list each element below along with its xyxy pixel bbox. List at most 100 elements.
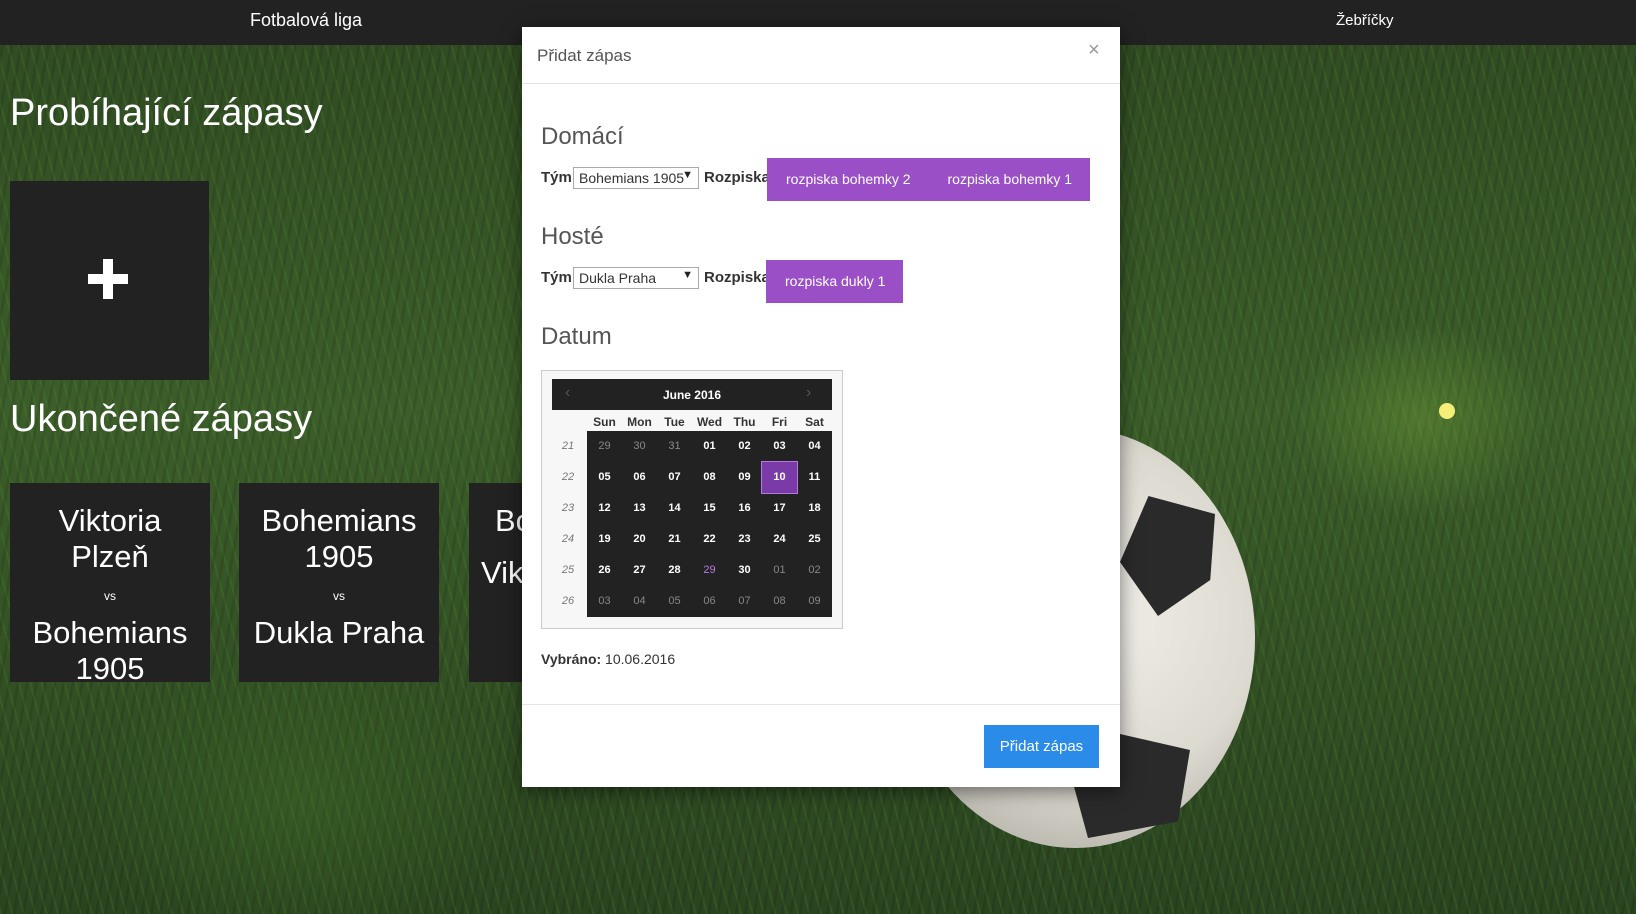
add-match-modal: Přidat zápas × Domácí Tým Bohemians 1905… bbox=[522, 27, 1120, 787]
calendar-day[interactable]: 01 bbox=[692, 431, 727, 462]
away-team-name: Vikt bbox=[481, 555, 529, 590]
week-number: 24 bbox=[561, 533, 575, 545]
calendar-day[interactable]: 01 bbox=[762, 555, 797, 586]
week-number: 26 bbox=[561, 595, 575, 607]
calendar-day[interactable]: 29 bbox=[587, 431, 622, 462]
match-card[interactable]: Bo Vikt bbox=[469, 483, 529, 682]
weekday-header: Fri bbox=[771, 415, 788, 429]
calendar-day[interactable]: 16 bbox=[727, 493, 762, 524]
calendar-day[interactable]: 09 bbox=[727, 462, 762, 493]
selected-date: Vybráno: 10.06.2016 bbox=[541, 651, 675, 667]
close-icon[interactable]: × bbox=[1088, 39, 1100, 62]
calendar-day[interactable]: 24 bbox=[762, 524, 797, 555]
calendar-day[interactable]: 28 bbox=[657, 555, 692, 586]
vs-label: vs bbox=[104, 589, 116, 603]
calendar-day[interactable]: 12 bbox=[587, 493, 622, 524]
calendar-day[interactable]: 25 bbox=[797, 524, 832, 555]
weekday-header: Mon bbox=[627, 415, 652, 429]
datepicker: ‹ June 2016 › Sun Mon Tue Wed Thu Fri Sat 29 30 3… bbox=[541, 370, 843, 629]
home-lineup-option[interactable]: rozpiska bohemky 1 bbox=[928, 158, 1091, 201]
selected-date-value: 10.06.2016 bbox=[605, 651, 676, 667]
calendar-day[interactable]: 23 bbox=[727, 524, 762, 555]
calendar-day[interactable]: 13 bbox=[622, 493, 657, 524]
add-match-button[interactable]: Přidat zápas bbox=[984, 725, 1099, 768]
away-team-select-value: Dukla Praha bbox=[579, 270, 657, 286]
week-number: 21 bbox=[561, 440, 575, 452]
calendar-day[interactable]: 18 bbox=[797, 493, 832, 524]
home-section-title: Domácí bbox=[541, 123, 624, 150]
weekday-header: Sun bbox=[593, 415, 616, 429]
modal-footer-divider bbox=[522, 704, 1120, 705]
away-lineup-group: rozpiska dukly 1 bbox=[766, 260, 904, 303]
week-number: 22 bbox=[561, 471, 575, 483]
calendar-day[interactable]: 30 bbox=[622, 431, 657, 462]
match-card[interactable]: Bohemians 1905 vs Dukla Praha bbox=[239, 483, 439, 682]
plus-icon bbox=[88, 259, 128, 299]
calendar-day[interactable]: 03 bbox=[587, 586, 622, 617]
date-section-title: Datum bbox=[541, 323, 612, 350]
calendar-day[interactable]: 03 bbox=[762, 431, 797, 462]
calendar-day[interactable]: 06 bbox=[692, 586, 727, 617]
vs-label: vs bbox=[333, 589, 345, 603]
calendar-day[interactable]: 10 bbox=[761, 461, 798, 494]
add-match-tile[interactable] bbox=[10, 181, 209, 380]
calendar-day[interactable]: 09 bbox=[797, 586, 832, 617]
calendar-day[interactable]: 31 bbox=[657, 431, 692, 462]
calendar-day[interactable]: 07 bbox=[657, 462, 692, 493]
ball-patch bbox=[1120, 496, 1215, 616]
away-team-label: Tým bbox=[541, 269, 572, 286]
home-lineup-label: Rozpiska bbox=[704, 169, 770, 186]
chevron-right-icon[interactable]: › bbox=[806, 384, 811, 402]
home-team-select[interactable]: Bohemians 1905 ▼ bbox=[573, 167, 699, 189]
rankings-link[interactable]: Žebříčky bbox=[1336, 12, 1394, 29]
away-lineup-label: Rozpiska bbox=[704, 269, 770, 286]
match-card[interactable]: Viktoria Plzeň vs Bohemians 1905 bbox=[10, 483, 210, 682]
calendar-day[interactable]: 29 bbox=[692, 555, 727, 586]
calendar-day[interactable]: 04 bbox=[797, 431, 832, 462]
calendar-day[interactable]: 05 bbox=[587, 462, 622, 493]
weekday-header: Tue bbox=[664, 415, 685, 429]
calendar-day[interactable]: 22 bbox=[692, 524, 727, 555]
calendar-day[interactable]: 05 bbox=[657, 586, 692, 617]
running-matches-title: Probíhající zápasy bbox=[10, 92, 323, 134]
flower-image bbox=[1439, 403, 1455, 419]
modal-title: Přidat zápas bbox=[537, 46, 632, 65]
away-team-name: Bohemians 1905 bbox=[32, 615, 188, 682]
home-team-name: Bo bbox=[495, 503, 529, 538]
week-number: 23 bbox=[561, 502, 575, 514]
calendar-day[interactable]: 08 bbox=[762, 586, 797, 617]
calendar-day[interactable]: 02 bbox=[797, 555, 832, 586]
calendar-day[interactable]: 27 bbox=[622, 555, 657, 586]
calendar-day[interactable]: 19 bbox=[587, 524, 622, 555]
calendar-day[interactable]: 30 bbox=[727, 555, 762, 586]
calendar-day[interactable]: 04 bbox=[622, 586, 657, 617]
calendar-day[interactable]: 26 bbox=[587, 555, 622, 586]
calendar-day[interactable]: 02 bbox=[727, 431, 762, 462]
selected-date-label: Vybráno: bbox=[541, 651, 602, 667]
brand-link[interactable]: Fotbalová liga bbox=[250, 10, 362, 31]
calendar-day[interactable]: 20 bbox=[622, 524, 657, 555]
calendar-day[interactable]: 07 bbox=[727, 586, 762, 617]
calendar-day[interactable]: 06 bbox=[622, 462, 657, 493]
home-team-name: Bohemians 1905 bbox=[261, 503, 417, 574]
chevron-down-icon: ▼ bbox=[682, 269, 693, 281]
away-section-title: Hosté bbox=[541, 223, 604, 250]
away-team-select[interactable]: Dukla Praha ▼ bbox=[573, 267, 699, 289]
home-team-select-value: Bohemians 1905 bbox=[579, 170, 685, 186]
calendar-day[interactable]: 14 bbox=[657, 493, 692, 524]
weekday-header: Wed bbox=[696, 415, 723, 429]
datepicker-days: 29 30 31 01 02 03 04 05 06 07 08 09 10 11 12 13 14 15 16 17… bbox=[587, 431, 832, 617]
datepicker-month[interactable]: June 2016 bbox=[552, 388, 832, 402]
chevron-down-icon: ▼ bbox=[682, 169, 693, 181]
home-team-name: Viktoria Plzeň bbox=[58, 503, 162, 574]
away-lineup-option[interactable]: rozpiska dukly 1 bbox=[766, 260, 904, 303]
calendar-day[interactable]: 08 bbox=[692, 462, 727, 493]
datepicker-header: ‹ June 2016 › bbox=[552, 379, 832, 410]
home-lineup-group: rozpiska bohemky 2 rozpiska bohemky 1 bbox=[767, 158, 1091, 201]
calendar-day[interactable]: 21 bbox=[657, 524, 692, 555]
away-team-name: Dukla Praha bbox=[253, 615, 425, 650]
calendar-day[interactable]: 15 bbox=[692, 493, 727, 524]
home-lineup-option[interactable]: rozpiska bohemky 2 bbox=[767, 158, 929, 201]
calendar-day[interactable]: 17 bbox=[762, 493, 797, 524]
calendar-day[interactable]: 11 bbox=[797, 462, 832, 493]
